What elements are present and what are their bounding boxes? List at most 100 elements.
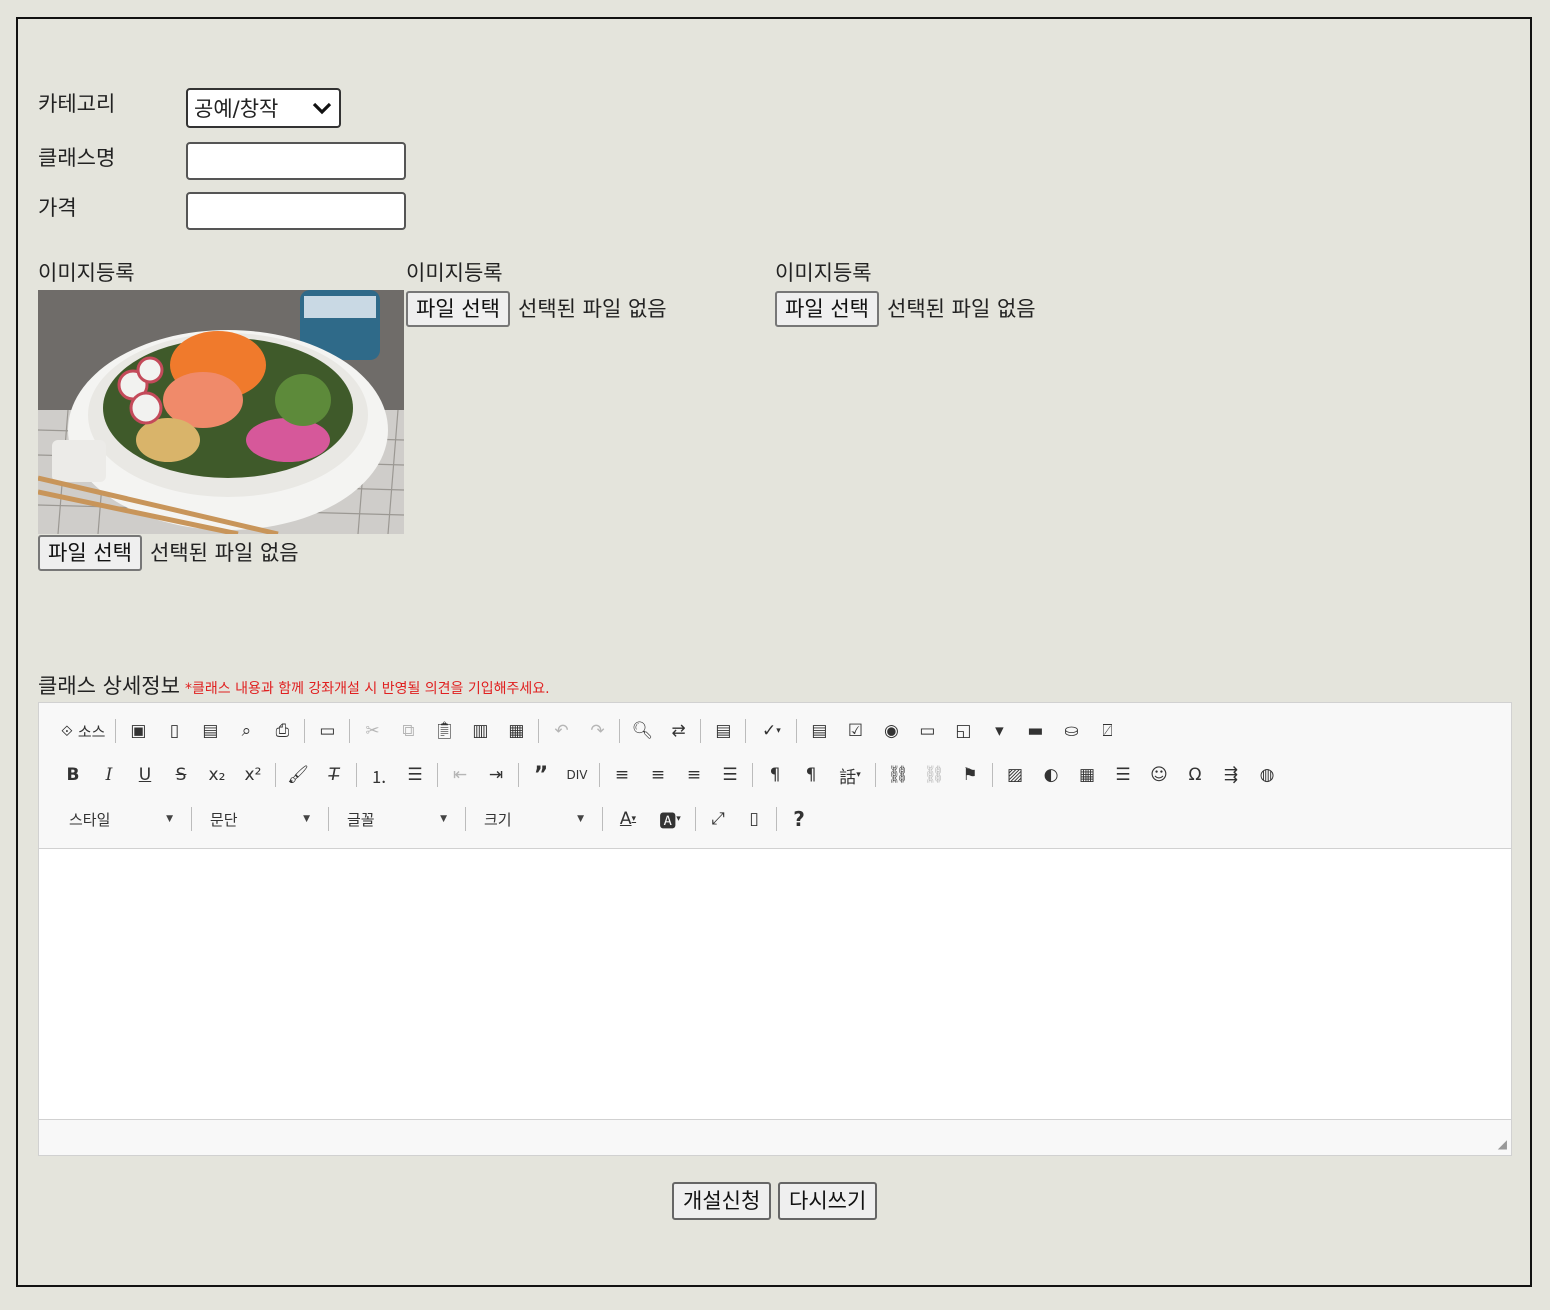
textarea-icon[interactable]: ◱ xyxy=(949,717,977,745)
special-char-icon[interactable]: Ω xyxy=(1181,761,1209,789)
text-color-icon[interactable]: A ▾ xyxy=(611,805,645,833)
maximize-icon[interactable]: ⤢ xyxy=(704,805,732,833)
submit-button[interactable]: 개설신청 xyxy=(672,1182,772,1220)
align-left-icon[interactable]: ≡ xyxy=(608,761,636,789)
detail-header: 클래스 상세정보 *클래스 내용과 함께 강좌개설 시 반영될 의견을 기입해주… xyxy=(38,670,550,700)
div-container-icon[interactable]: DIV xyxy=(563,761,591,789)
dropdown-arrow-icon: ▼ xyxy=(577,814,584,824)
file-status-3: 선택된 파일 없음 xyxy=(887,297,1036,321)
toolbar-row-2: B I U S x₂ x² 🖌︎ T̶ ⒈ ☰ ⇤ ⇥ ” DIV ≡ ≡ ≡ … xyxy=(55,761,1285,789)
reset-button[interactable]: 다시쓰기 xyxy=(778,1182,878,1220)
iframe-globe-icon[interactable]: ◍ xyxy=(1253,761,1281,789)
superscript-icon[interactable]: x² xyxy=(239,761,267,789)
toolbar-row-1: ⟐ 소스 ▣ ▯ ▤ ⌕ ⎙ ▭ ✂ ⧉ 📋︎ ▥ ▦ ↶ ↷ 🔍︎ ⇄ ▤ ✓… xyxy=(55,717,1125,745)
show-blocks-icon[interactable]: ▯ xyxy=(740,805,768,833)
hidden-field-icon[interactable]: ⍁ xyxy=(1093,717,1121,745)
toolbar-separator xyxy=(349,719,351,743)
toolbar-separator xyxy=(619,719,621,743)
price-input[interactable] xyxy=(186,192,406,230)
rtl-icon[interactable]: ¶ xyxy=(797,761,825,789)
page-break-icon[interactable]: ⇶ xyxy=(1217,761,1245,789)
blockquote-icon[interactable]: ” xyxy=(527,761,555,789)
resize-handle-icon[interactable]: ◢ xyxy=(1498,1137,1507,1151)
source-button[interactable]: ⟐ 소스 xyxy=(59,717,107,745)
align-center-icon[interactable]: ≡ xyxy=(644,761,672,789)
category-select[interactable]: 공예/창작 xyxy=(186,88,341,128)
redo-icon[interactable]: ↷ xyxy=(583,717,611,745)
text-field-icon[interactable]: ▭ xyxy=(913,717,941,745)
indent-icon[interactable]: ⇥ xyxy=(482,761,510,789)
image-icon[interactable]: ▨ xyxy=(1001,761,1029,789)
preview-icon[interactable]: ⌕ xyxy=(232,717,260,745)
dropdown-arrow-icon: ▼ xyxy=(440,814,447,824)
underline-icon[interactable]: U xyxy=(131,761,159,789)
detail-label: 클래스 상세정보 xyxy=(38,674,180,698)
bg-color-icon[interactable]: 🅰︎ ▾ xyxy=(653,805,687,833)
image-button-icon[interactable]: ⛀ xyxy=(1057,717,1085,745)
language-icon[interactable]: 話 ▾ xyxy=(833,761,867,789)
file-status-2: 선택된 파일 없음 xyxy=(518,297,667,321)
form-icon[interactable]: ▤ xyxy=(805,717,833,745)
numbered-list-icon[interactable]: ⒈ xyxy=(365,761,393,789)
bulleted-list-icon[interactable]: ☰ xyxy=(401,761,429,789)
print-icon[interactable]: ⎙ xyxy=(268,717,296,745)
italic-icon[interactable]: I xyxy=(95,761,123,789)
paste-text-icon[interactable]: ▥ xyxy=(466,717,494,745)
anchor-flag-icon[interactable]: ⚑ xyxy=(956,761,984,789)
table-icon[interactable]: ▦ xyxy=(1073,761,1101,789)
align-justify-icon[interactable]: ☰ xyxy=(716,761,744,789)
file-select-button-2[interactable]: 파일 선택 xyxy=(406,291,510,327)
bold-icon[interactable]: B xyxy=(59,761,87,789)
style-combo[interactable]: 스타일 ▼ xyxy=(63,805,179,833)
font-combo[interactable]: 글꼴 ▼ xyxy=(341,805,453,833)
toolbar-separator xyxy=(992,763,993,787)
ltr-icon[interactable]: ¶ xyxy=(761,761,789,789)
find-icon[interactable]: 🔍︎ xyxy=(628,717,656,745)
spellcheck-icon[interactable]: ✓ ▾ xyxy=(754,717,788,745)
paragraph-combo[interactable]: 문단 ▼ xyxy=(204,805,316,833)
cut-icon[interactable]: ✂ xyxy=(358,717,386,745)
pdf-export-icon[interactable]: ▤ xyxy=(196,717,224,745)
toolbar-separator xyxy=(538,719,540,743)
unlink-icon[interactable]: ⛓ xyxy=(920,761,948,789)
replace-icon[interactable]: ⇄ xyxy=(664,717,692,745)
class-name-input[interactable] xyxy=(186,142,406,180)
templates-icon[interactable]: ▭ xyxy=(313,717,341,745)
link-icon[interactable]: ⛓ xyxy=(884,761,912,789)
select-all-icon[interactable]: ▤ xyxy=(709,717,737,745)
copy-format-icon[interactable]: 🖌︎ xyxy=(284,761,312,789)
toolbar-separator xyxy=(275,763,276,787)
paste-word-icon[interactable]: ▦ xyxy=(502,717,530,745)
new-page-icon[interactable]: ▯ xyxy=(160,717,188,745)
file-select-button-1[interactable]: 파일 선택 xyxy=(38,535,142,571)
outdent-icon[interactable]: ⇤ xyxy=(446,761,474,789)
image-upload-label-3: 이미지등록 xyxy=(775,261,872,285)
copy-icon[interactable]: ⧉ xyxy=(394,717,422,745)
save-icon[interactable]: ▣ xyxy=(124,717,152,745)
detail-note: *클래스 내용과 함께 강좌개설 시 반영될 의견을 기입해주세요. xyxy=(185,681,550,697)
editor-content-area[interactable] xyxy=(39,848,1511,1120)
select-field-icon[interactable]: ▾ xyxy=(985,717,1013,745)
button-icon[interactable]: ▬ xyxy=(1021,717,1049,745)
help-icon[interactable]: ? xyxy=(785,805,813,833)
horizontal-line-icon[interactable]: ☰ xyxy=(1109,761,1137,789)
file-select-button-3[interactable]: 파일 선택 xyxy=(775,291,879,327)
toolbar-separator xyxy=(752,763,753,787)
flash-icon[interactable]: ◐ xyxy=(1037,761,1065,789)
subscript-icon[interactable]: x₂ xyxy=(203,761,231,789)
paste-icon[interactable]: 📋︎ xyxy=(430,717,458,745)
smiley-icon[interactable]: ☺ xyxy=(1145,761,1173,789)
size-combo[interactable]: 크기 ▼ xyxy=(478,805,590,833)
undo-icon[interactable]: ↶ xyxy=(547,717,575,745)
remove-format-icon[interactable]: T̶ xyxy=(320,761,348,789)
align-right-icon[interactable]: ≡ xyxy=(680,761,708,789)
toolbar-separator xyxy=(356,763,357,787)
dropdown-arrow-icon: ▼ xyxy=(166,814,173,824)
toolbar-separator xyxy=(304,719,306,743)
radio-icon[interactable]: ◉ xyxy=(877,717,905,745)
image-upload-label-2: 이미지등록 xyxy=(406,261,503,285)
checkbox-icon[interactable]: ☑ xyxy=(841,717,869,745)
source-icon: ⟐ xyxy=(61,722,73,740)
strike-icon[interactable]: S xyxy=(167,761,195,789)
dropdown-arrow-icon: ▼ xyxy=(303,814,310,824)
